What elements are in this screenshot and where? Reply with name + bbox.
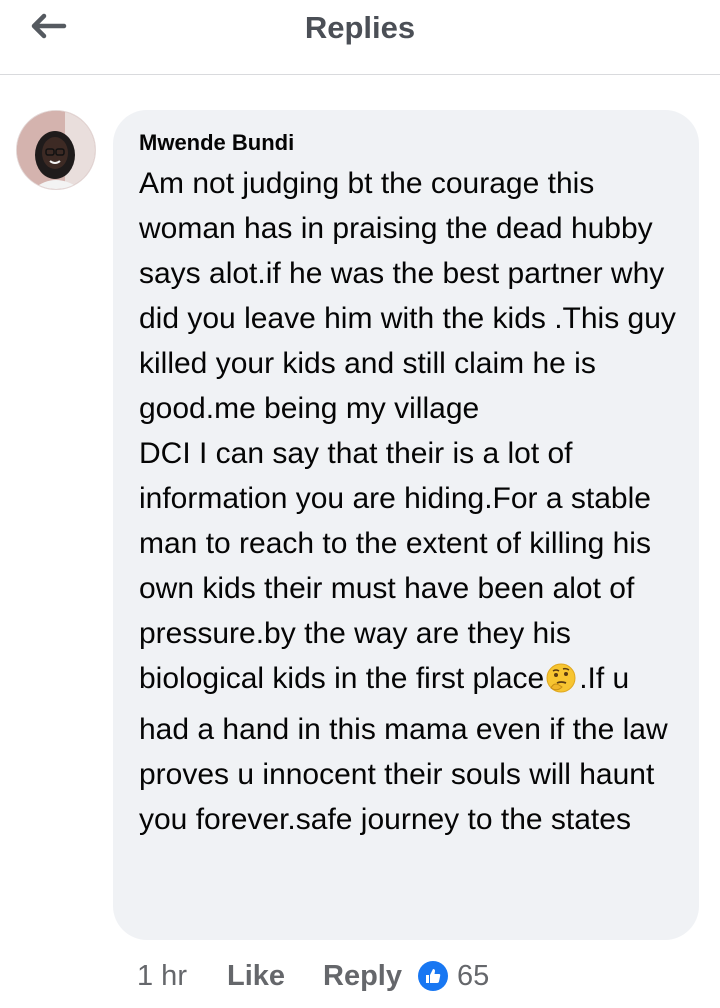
top-bar: Replies [0,0,720,75]
avatar[interactable] [16,110,96,190]
comment-bubble[interactable]: Mwende Bundi Am not judging bt the coura… [113,110,699,940]
comment-author[interactable]: Mwende Bundi [139,130,294,156]
comment-actions: 1 hr Like Reply 65 [137,955,489,997]
page-title: Replies [304,10,416,45]
comment-text-part-1: Am not judging bt the courage this woman… [139,167,676,695]
profile-photo [17,111,95,189]
reply-button[interactable]: Reply [323,960,402,993]
reaction-count[interactable]: 65 [457,960,489,993]
thumbs-up-icon[interactable] [418,961,448,991]
like-button[interactable]: Like [227,960,285,993]
thinking-face-emoji [545,662,577,707]
timestamp[interactable]: 1 hr [137,960,187,993]
comment-text: Am not judging bt the courage this woman… [139,161,687,842]
